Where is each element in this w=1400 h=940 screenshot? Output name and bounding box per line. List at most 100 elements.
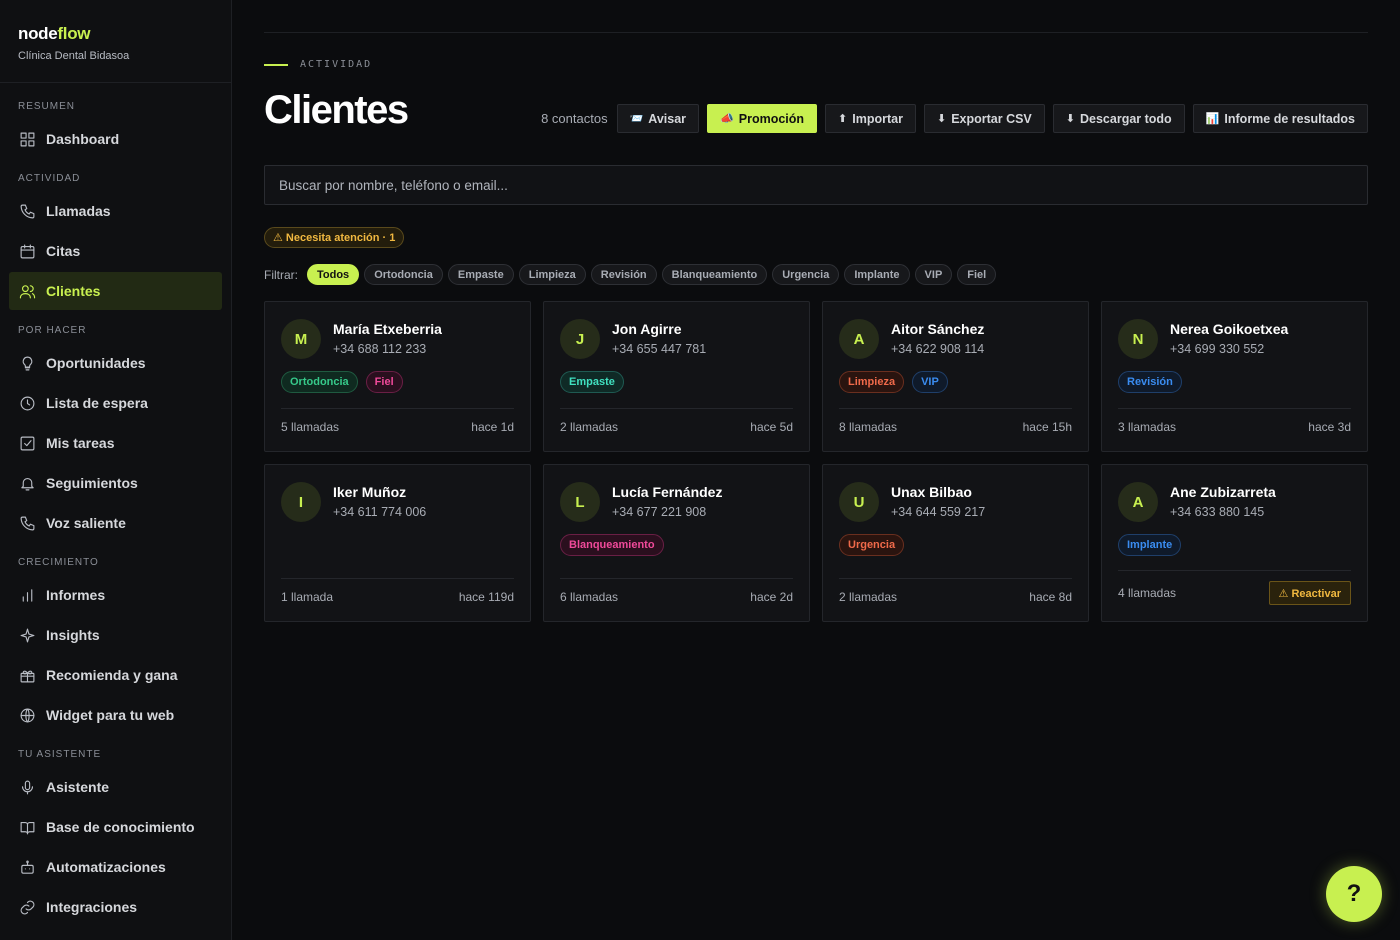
client-phone: +34 688 112 233 — [333, 342, 427, 356]
tag-implante: Implante — [1118, 534, 1182, 556]
client-card[interactable]: N Nerea Goikoetxea +34 699 330 552 Revisión… — [1101, 301, 1368, 452]
informe-de-resultados-button[interactable]: 📊 Informe de resultados — [1192, 104, 1368, 133]
client-card[interactable]: M María Etxeberria +34 688 112 233 Ortodonc… — [264, 301, 531, 452]
client-card-header: A Ane Zubizarreta +34 633 880 145 — [1118, 482, 1351, 522]
sidebar-item-seguimientos[interactable]: Seguimientos — [9, 464, 222, 502]
client-card-header: L Lucía Fernández +34 677 221 908 — [560, 482, 793, 522]
client-tags: Empaste — [560, 371, 793, 393]
client-card[interactable]: A Ane Zubizarreta +34 633 880 145 Implante 4… — [1101, 464, 1368, 622]
filter-chip-vip[interactable]: VIP — [914, 264, 953, 285]
client-name: Lucía Fernández — [612, 484, 723, 500]
sidebar-item-base-de-conocimiento[interactable]: Base de conocimiento — [9, 808, 222, 846]
sidebar-item-label: Clientes — [46, 283, 101, 299]
nav-section-actividad: ACTIVIDAD — [18, 173, 81, 184]
download-icon: ⬇ — [936, 113, 947, 125]
sidebar-item-label: Base de conocimiento — [46, 819, 195, 835]
filter-chip-fiel[interactable]: Fiel — [957, 264, 997, 285]
client-phone: +34 611 774 006 — [333, 505, 427, 519]
client-card-footer: 3 llamadas hace 3d — [1118, 408, 1351, 434]
sidebar-item-clientes[interactable]: Clientes — [9, 272, 222, 310]
reactivate-button[interactable]: ⚠ Reactivar — [1268, 581, 1351, 605]
filter-chip-revision[interactable]: Revisión — [590, 264, 657, 285]
client-tags: Limpieza VIP — [839, 371, 1072, 393]
sidebar-item-integraciones[interactable]: Integraciones — [9, 888, 222, 926]
exportar-csv-button[interactable]: ⬇ Exportar CSV — [923, 104, 1045, 133]
client-info: Iker Muñoz +34 611 774 006 — [333, 482, 426, 519]
call-count: 5 llamadas — [281, 420, 340, 434]
client-info: Lucía Fernández +34 677 221 908 — [612, 482, 722, 519]
client-name: Iker Muñoz — [333, 484, 407, 500]
link-icon — [18, 898, 36, 916]
client-tags — [281, 534, 514, 556]
last-contact: hace 8d — [1029, 590, 1072, 604]
descargar-todo-button[interactable]: ⬇ Descargar todo — [1052, 104, 1185, 133]
client-tags: Implante — [1118, 534, 1351, 556]
phone-icon — [18, 202, 36, 220]
sidebar-item-dashboard[interactable]: Dashboard — [9, 120, 222, 158]
brand-name-prefix: node — [18, 24, 58, 43]
client-card[interactable]: J Jon Agirre +34 655 447 781 Empaste 2 llama… — [543, 301, 810, 452]
chart-icon: 📊 — [1205, 113, 1220, 125]
attention-badge[interactable]: ⚠ Necesita atención · 1 — [264, 227, 405, 248]
client-name: Jon Agirre — [612, 321, 682, 337]
avatar: J — [560, 319, 600, 359]
sidebar-item-oportunidades[interactable]: Oportunidades — [9, 344, 222, 382]
call-count: 1 llamada — [281, 590, 334, 604]
client-info: Unax Bilbao +34 644 559 217 — [891, 482, 985, 519]
filter-chip-todos[interactable]: Todos — [307, 264, 360, 285]
sidebar-item-lista-de-espera[interactable]: Lista de espera — [9, 384, 222, 422]
sidebar-item-asistente[interactable]: Asistente — [9, 768, 222, 806]
filter-chip-urgencia[interactable]: Urgencia — [772, 264, 840, 285]
sidebar-item-citas[interactable]: Citas — [9, 232, 222, 270]
client-card[interactable]: A Aitor Sánchez +34 622 908 114 Limpieza VIP… — [822, 301, 1089, 452]
sidebar-item-label: Voz saliente — [46, 515, 126, 531]
help-button[interactable]: ? — [1326, 866, 1382, 922]
sidebar-item-llamadas[interactable]: Llamadas — [9, 192, 222, 230]
sidebar-nav: RESUMEN Dashboard ACTIVIDAD Llamadas Citas Cl… — [0, 100, 231, 926]
sidebar: nodeflow Clínica Dental Bidasoa RESUMEN D… — [0, 0, 232, 940]
button-label: Descargar todo — [1080, 111, 1172, 126]
sidebar-item-informes[interactable]: Informes — [9, 576, 222, 614]
sidebar-item-automatizaciones[interactable]: Automatizaciones — [9, 848, 222, 886]
nav-section-crecimiento: CRECIMIENTO — [18, 557, 99, 568]
client-card[interactable]: L Lucía Fernández +34 677 221 908 Blanqueam… — [543, 464, 810, 622]
brand-subtitle: Clínica Dental Bidasoa — [18, 50, 130, 62]
call-count: 3 llamadas — [1118, 420, 1177, 434]
tag-urgencia: Urgencia — [839, 534, 905, 556]
client-card-header: M María Etxeberria +34 688 112 233 — [281, 319, 514, 359]
sidebar-item-mis-tareas[interactable]: Mis tareas — [9, 424, 222, 462]
tag-limpieza: Limpieza — [839, 371, 905, 393]
search-input[interactable] — [264, 165, 1368, 205]
filter-chip-blanqueamiento[interactable]: Blanqueamiento — [661, 264, 768, 285]
client-name: Nerea Goikoetxea — [1170, 321, 1289, 337]
filter-chip-empaste[interactable]: Empaste — [447, 264, 514, 285]
sidebar-item-widget-para-tu-web[interactable]: Widget para tu web — [9, 696, 222, 734]
avisar-button[interactable]: 📨 Avisar — [616, 104, 700, 133]
sidebar-item-label: Lista de espera — [46, 395, 148, 411]
filter-chip-implante[interactable]: Implante — [844, 264, 910, 285]
sidebar-item-insights[interactable]: Insights — [9, 616, 222, 654]
sidebar-item-label: Mis tareas — [46, 435, 115, 451]
sidebar-item-voz-saliente[interactable]: Voz saliente — [9, 504, 222, 542]
filter-bar: Filtrar: Todos Ortodoncia Empaste Limpieza R… — [264, 264, 997, 285]
phone-icon — [18, 514, 36, 532]
importar-button[interactable]: ⬆ Importar — [825, 104, 916, 133]
client-card[interactable]: I Iker Muñoz +34 611 774 006 1 llamada hace … — [264, 464, 531, 622]
promocion-button[interactable]: 📣 Promoción — [707, 104, 818, 133]
brand: nodeflow Clínica Dental Bidasoa — [0, 0, 231, 83]
client-card-header: J Jon Agirre +34 655 447 781 — [560, 319, 793, 359]
calendar-icon — [18, 242, 36, 260]
button-label: Avisar — [648, 111, 687, 126]
filter-chip-limpieza[interactable]: Limpieza — [518, 264, 586, 285]
nav-section-tu-asistente: TU ASISTENTE — [18, 749, 102, 760]
page-title: Clientes — [264, 88, 409, 132]
main-content: ACTIVIDAD Clientes 8 contactos 📨 Avisar 📣 P… — [264, 0, 1368, 940]
filter-chip-ortodoncia[interactable]: Ortodoncia — [364, 264, 443, 285]
brand-logo[interactable]: nodeflow — [18, 24, 213, 44]
lightbulb-icon — [18, 354, 36, 372]
eyebrow-label: ACTIVIDAD — [300, 59, 373, 70]
megaphone-icon: 📣 — [720, 113, 734, 125]
sidebar-item-recomienda-y-gana[interactable]: Recomienda y gana — [9, 656, 222, 694]
sidebar-item-label: Automatizaciones — [46, 859, 166, 875]
client-card[interactable]: U Unax Bilbao +34 644 559 217 Urgencia 2 lla… — [822, 464, 1089, 622]
